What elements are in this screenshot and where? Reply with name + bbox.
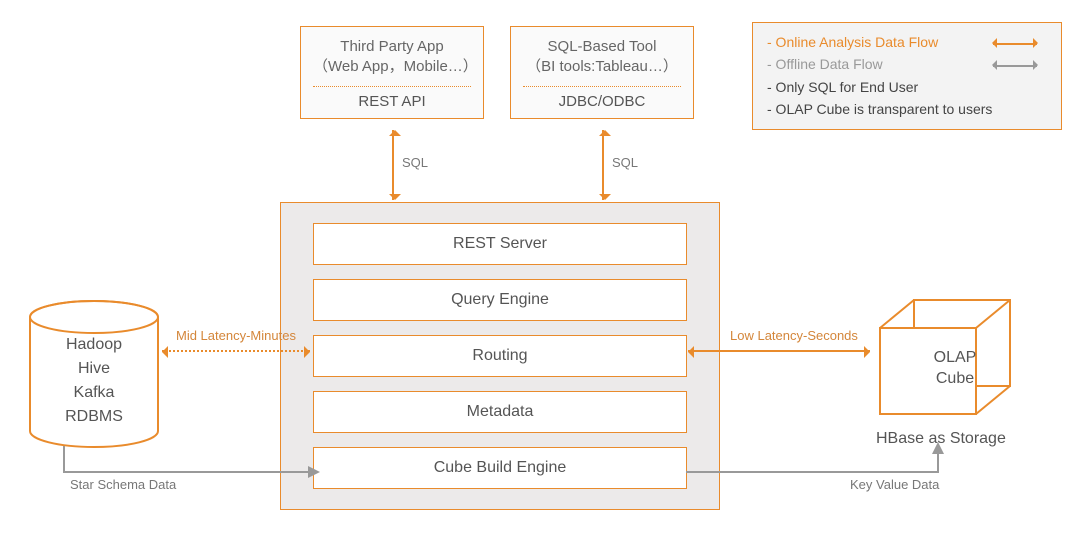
legend-line3: - Only SQL for End User (767, 76, 1047, 98)
third-party-title: Third Party App （Web App，Mobile…） (313, 37, 471, 78)
sql-arrow-left-icon (392, 130, 394, 200)
dotted-divider (523, 86, 681, 87)
key-value-label: Key Value Data (850, 477, 939, 492)
third-party-api: REST API (313, 93, 471, 118)
core-container: REST Server Query Engine Routing Metadat… (280, 202, 720, 510)
third-party-app-box: Third Party App （Web App，Mobile…） REST A… (300, 26, 484, 119)
mid-latency-label: Mid Latency-Minutes (176, 328, 296, 343)
sql-label-right: SQL (612, 155, 638, 170)
hbase-storage-label: HBase as Storage (876, 430, 1006, 448)
sql-tool-api: JDBC/ODBC (523, 93, 681, 118)
low-latency-arrow-icon (688, 350, 870, 352)
core-rest-server: REST Server (313, 223, 687, 265)
sql-tool-box: SQL-Based Tool （BI tools:Tableau…） JDBC/… (510, 26, 694, 119)
core-cube-build-engine: Cube Build Engine (313, 447, 687, 489)
olap-cube-container: OLAP Cube (880, 300, 1030, 430)
legend-box: - Online Analysis Data Flow - Offline Da… (752, 22, 1062, 130)
sql-arrow-right-icon (602, 130, 604, 200)
sql-label-left: SQL (402, 155, 428, 170)
mid-latency-arrow-icon (162, 350, 310, 352)
star-schema-label: Star Schema Data (70, 477, 176, 492)
dotted-divider (313, 86, 471, 87)
hadoop-cylinder: Hadoop Hive Kafka RDBMS (28, 299, 160, 449)
core-query-engine: Query Engine (313, 279, 687, 321)
legend-line4: - OLAP Cube is transparent to users (767, 98, 1047, 120)
low-latency-label: Low Latency-Seconds (730, 328, 858, 343)
core-metadata: Metadata (313, 391, 687, 433)
core-routing: Routing (313, 335, 687, 377)
olap-cube-label: OLAP Cube (880, 348, 1030, 390)
hadoop-stack-label: Hadoop Hive Kafka RDBMS (28, 333, 160, 429)
sql-tool-title: SQL-Based Tool （BI tools:Tableau…） (523, 37, 681, 78)
